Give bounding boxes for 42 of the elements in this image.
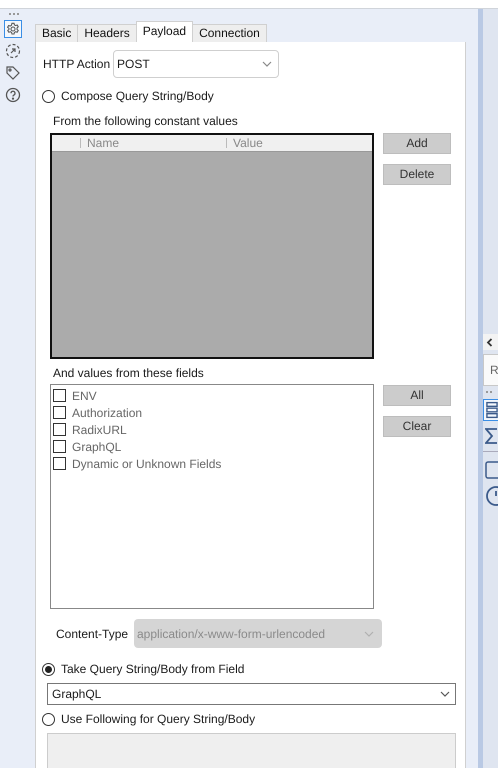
selection-button[interactable]: Clear <box>383 416 451 437</box>
tab[interactable]: Headers <box>77 24 137 42</box>
field-name: GraphQL <box>72 440 122 454</box>
panel-tab[interactable]: R <box>483 354 498 386</box>
chevron-down-icon <box>440 691 450 697</box>
checkbox[interactable] <box>53 389 66 402</box>
help-icon[interactable] <box>4 86 22 104</box>
radio-button[interactable] <box>42 662 55 676</box>
tab[interactable]: Connection <box>192 24 267 42</box>
sigma-icon[interactable] <box>483 425 498 447</box>
radio-label: Take Query String/Body from Field <box>61 662 244 676</box>
clock-icon[interactable] <box>483 485 498 507</box>
tag-icon[interactable] <box>4 64 22 82</box>
field-name: Dynamic or Unknown Fields <box>72 456 222 470</box>
dropdown[interactable]: POST <box>113 50 279 78</box>
radio-button[interactable] <box>42 90 55 102</box>
list-icon[interactable] <box>483 399 498 421</box>
field-name: ENV <box>72 388 97 402</box>
chevron-down-icon <box>364 630 374 636</box>
field-name: RadixURL <box>72 422 127 436</box>
settings-icon[interactable] <box>4 20 22 38</box>
chevron-left-icon <box>486 338 493 348</box>
radio-label: Compose Query String/Body <box>61 89 214 103</box>
radio-button[interactable] <box>42 712 55 726</box>
section-caption: From the following constant values <box>53 114 239 128</box>
checkbox[interactable] <box>53 423 66 436</box>
selection-button[interactable]: All <box>383 385 451 406</box>
field-name: Authorization <box>72 406 142 420</box>
checkbox[interactable] <box>53 406 66 419</box>
checkbox[interactable] <box>53 440 66 453</box>
arrow-circle-icon[interactable] <box>4 42 22 60</box>
grid-action-button[interactable]: Add <box>383 133 451 154</box>
grid-action-button[interactable]: Delete <box>383 164 451 185</box>
tab[interactable]: Basic <box>35 24 78 42</box>
section-caption: And values from these fields <box>53 366 205 380</box>
checkbox[interactable] <box>53 457 66 470</box>
dropdown[interactable]: GraphQL <box>47 683 456 705</box>
field-label: Content-Type <box>56 626 130 640</box>
field-label: HTTP Action <box>43 57 112 71</box>
tab[interactable]: Payload <box>136 21 194 42</box>
chevron-down-icon <box>262 61 272 67</box>
radio-label: Use Following for Query String/Body <box>61 712 256 726</box>
